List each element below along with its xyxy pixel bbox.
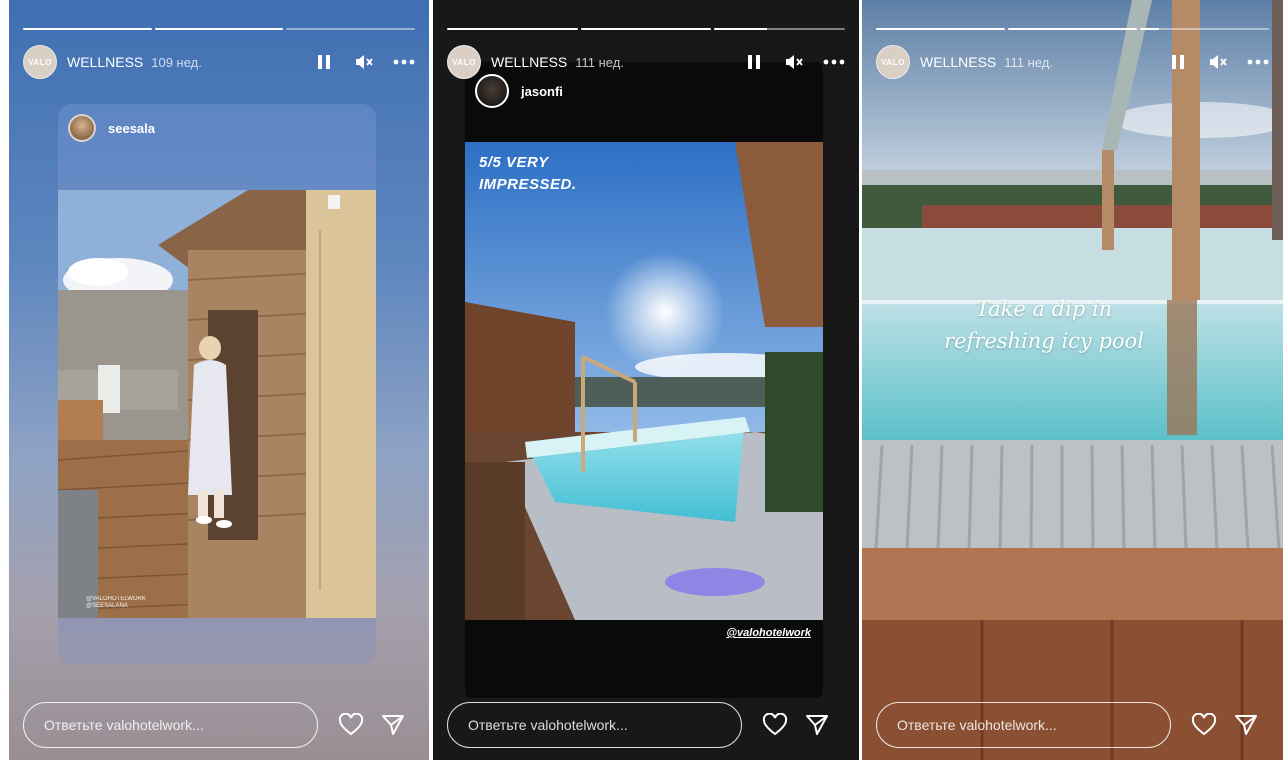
send-icon[interactable] [1231,710,1261,740]
account-avatar[interactable]: VALO [876,45,910,79]
sauna-photo: @VALOHOTELWORK @SEESALANA [58,190,376,618]
progress-segment [23,28,152,30]
story-age: 111 нед. [1004,54,1053,70]
send-icon[interactable] [802,710,832,740]
story-header: VALO WELLNESS 111 нед. [447,44,845,80]
speaker-muted-icon[interactable] [353,51,375,73]
account-avatar[interactable]: VALO [447,45,481,79]
reply-input[interactable] [876,702,1171,748]
reply-input[interactable] [23,702,318,748]
progress-bar [23,28,416,30]
more-dots-icon[interactable] [393,51,415,73]
progress-segment [714,28,846,30]
photo-credit: @VALOHOTELWORK @SEESALANA [86,596,146,610]
heart-icon[interactable] [1189,710,1219,740]
story-caption: Take a dip in refreshing icy pool [914,293,1174,357]
pause-icon[interactable] [1167,51,1189,73]
progress-segment [580,28,712,30]
account-name[interactable]: WELLNESS [920,54,996,70]
story-footer [876,700,1269,750]
reposted-story-card[interactable]: seesala @VALOHOTELWORK @SEESALANA [58,104,376,664]
reposted-user-name: seesala [108,120,155,136]
reply-input[interactable] [447,702,742,748]
quote-text: 5/5 VERY IMPRESSED. [479,152,577,196]
story-age: 111 нед. [575,54,624,70]
heart-icon[interactable] [760,710,790,740]
heart-icon[interactable] [336,710,366,740]
story-panel-2[interactable]: jasonfi 5/5 VERY IMPRESSED. @valohotelwo… [433,0,859,760]
speaker-muted-icon[interactable] [783,51,805,73]
progress-bar [447,28,846,30]
pause-icon[interactable] [313,51,335,73]
progress-segment [1140,28,1269,30]
caption-line: refreshing icy pool [944,329,1144,353]
more-dots-icon[interactable] [1247,51,1269,73]
reposted-story-card[interactable]: jasonfi 5/5 VERY IMPRESSED. @valohotelwo… [465,62,823,698]
story-footer [23,700,415,750]
pause-icon[interactable] [743,51,765,73]
progress-segment [876,28,1005,30]
progress-segment [1008,28,1137,30]
icy-pool-photo [862,0,1283,760]
mention-link[interactable]: @valohotelwork [726,627,811,639]
quote-line: IMPRESSED. [479,176,577,193]
progress-segment [286,28,416,30]
account-name[interactable]: WELLNESS [491,54,567,70]
reposted-user-avatar [68,114,96,142]
story-panel-1[interactable]: VALO WELLNESS 109 нед. seesala @VALOHOTE… [9,0,429,760]
account-avatar[interactable]: VALO [23,45,57,79]
quote-line: 5/5 VERY [479,154,549,171]
story-header: VALO WELLNESS 109 нед. [23,44,415,80]
speaker-muted-icon[interactable] [1207,51,1229,73]
pool-photo: 5/5 VERY IMPRESSED. [465,142,823,620]
account-name[interactable]: WELLNESS [67,54,143,70]
progress-segment [154,28,284,30]
more-dots-icon[interactable] [823,51,845,73]
reposted-user[interactable]: seesala [68,114,155,142]
photo-credit-line: @SEESALANA [86,603,128,609]
caption-line: Take a dip in [975,297,1113,321]
progress-segment [447,28,578,30]
story-panel-3[interactable]: VALO WELLNESS 111 нед. Take a dip in ref… [862,0,1283,760]
photo-credit-line: @VALOHOTELWORK [86,596,146,602]
progress-bar [876,28,1269,30]
story-footer [447,700,845,750]
story-age: 109 нед. [151,54,202,70]
send-icon[interactable] [378,710,408,740]
reposted-user-name: jasonfi [521,83,563,99]
story-header: VALO WELLNESS 111 нед. [876,44,1269,80]
